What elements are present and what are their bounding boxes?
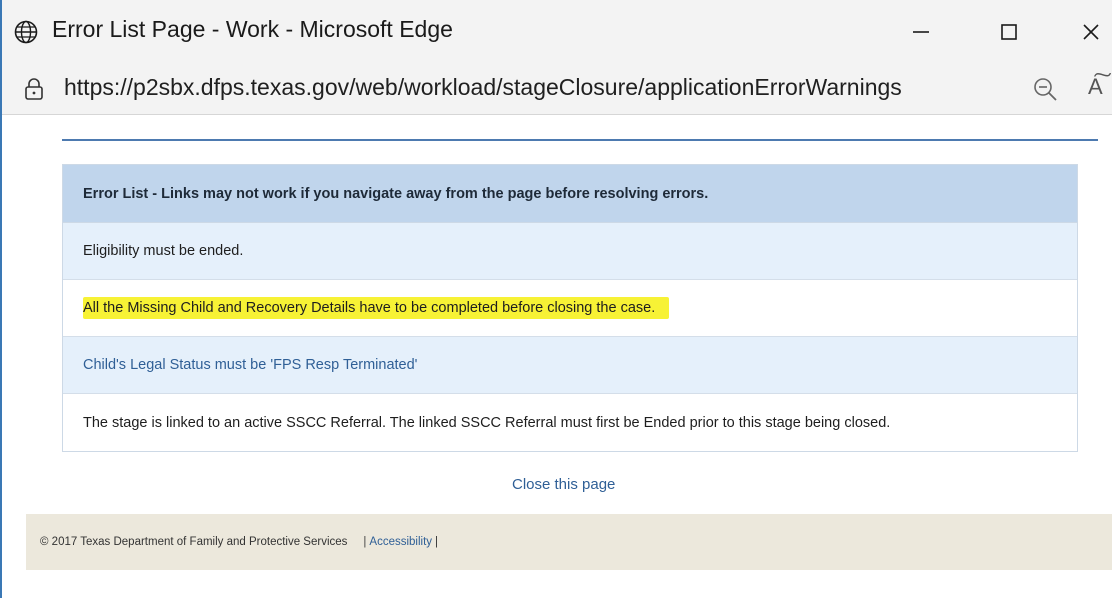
page-content: Error List - Links may not work if you n…: [2, 115, 1112, 598]
maximize-button[interactable]: [984, 12, 1034, 52]
error-row-missing-child: All the Missing Child and Recovery Detai…: [63, 280, 1077, 337]
lock-icon[interactable]: [24, 78, 44, 100]
browser-window: Error List Page - Work - Microsoft Edge …: [0, 0, 1112, 598]
globe-icon: [14, 20, 38, 44]
close-icon: [1083, 24, 1099, 40]
minimize-button[interactable]: [896, 12, 946, 52]
footer-copyright: © 2017 Texas Department of Family and Pr…: [40, 536, 348, 548]
error-list-table: Error List - Links may not work if you n…: [62, 164, 1078, 452]
close-window-button[interactable]: [1066, 12, 1112, 52]
maximize-icon: [1001, 24, 1017, 40]
error-row-legal-status-link[interactable]: Child's Legal Status must be 'FPS Resp T…: [63, 337, 1077, 394]
minimize-icon: [913, 31, 929, 33]
close-page-link[interactable]: Close this page: [512, 476, 615, 493]
error-list-header: Error List - Links may not work if you n…: [63, 165, 1077, 223]
page-footer: © 2017 Texas Department of Family and Pr…: [26, 514, 1112, 570]
error-row-sscc-referral: The stage is linked to an active SSCC Re…: [83, 414, 891, 431]
error-row-eligibility: Eligibility must be ended.: [63, 223, 1077, 280]
read-aloud-icon[interactable]: A͠: [1088, 74, 1103, 100]
window-title: Error List Page - Work - Microsoft Edge: [52, 16, 453, 42]
footer-separator-right: |: [435, 536, 439, 548]
zoom-out-icon[interactable]: [1032, 76, 1058, 102]
highlighted-error-text: All the Missing Child and Recovery Detai…: [83, 297, 670, 319]
accessibility-link[interactable]: Accessibility: [369, 536, 432, 548]
header-divider: [62, 139, 1098, 141]
address-bar[interactable]: https://p2sbx.dfps.texas.gov/web/workloa…: [2, 62, 1112, 115]
title-bar: Error List Page - Work - Microsoft Edge: [2, 0, 1112, 62]
footer-separator-left: |: [363, 536, 367, 548]
url-text[interactable]: https://p2sbx.dfps.texas.gov/web/workloa…: [64, 74, 902, 101]
